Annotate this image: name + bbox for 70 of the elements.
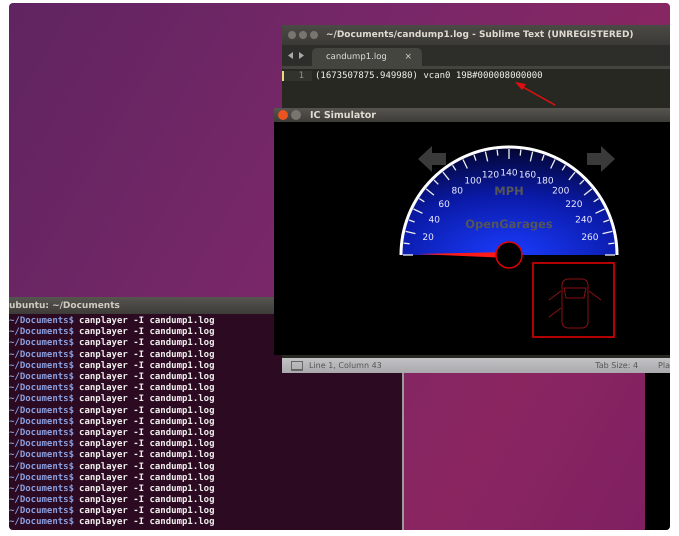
- speed-label: 60: [438, 200, 450, 210]
- speed-label: 260: [581, 233, 599, 244]
- shell-prompt: ~/Documents$: [9, 472, 74, 484]
- shell-command: canplayer -I candump1.log: [79, 517, 214, 528]
- unit-label: MPH: [494, 184, 524, 198]
- shell-prompt: ~/Documents$: [9, 372, 74, 383]
- window-controls-icon[interactable]: [288, 31, 318, 39]
- shell-command: canplayer -I candump1.log: [79, 372, 214, 383]
- shell-command: canplayer -I candump1.log: [79, 428, 214, 439]
- speed-label: 180: [536, 176, 554, 187]
- panel-icon[interactable]: [291, 360, 303, 370]
- shell-prompt: ~/Documents$: [9, 394, 74, 406]
- shell-prompt: ~/Documents$: [9, 383, 74, 394]
- speed-label: 240: [575, 216, 592, 226]
- shell-prompt: ~/Documents$: [9, 316, 74, 327]
- speed-label: 40: [428, 216, 440, 226]
- shell-prompt: ~/Documents$: [9, 350, 74, 361]
- speed-label: 140: [500, 168, 518, 178]
- shell-command: canplayer -I candump1.log: [79, 439, 214, 450]
- shell-prompt: ~/Documents$: [9, 484, 74, 495]
- shell-prompt: ~/Documents$: [9, 462, 74, 473]
- code-line: (1673507875.949980) vcan0 19B#000008000000: [314, 71, 543, 81]
- shell-command: canplayer -I candump1.log: [79, 495, 214, 506]
- shell-prompt: ~/Documents$: [9, 495, 74, 506]
- shell-prompt: ~/Documents$: [9, 360, 74, 372]
- shell-command: canplayer -I candump1.log: [79, 484, 214, 495]
- shell-prompt: ~/Documents$: [9, 428, 74, 439]
- window-title: ~/Documents/candump1.log - Sublime Text (UNREGISTERED): [326, 30, 634, 40]
- window-title: IC Simulator: [310, 110, 376, 120]
- close-tab-button[interactable]: ×: [404, 52, 412, 62]
- speed-label: 120: [482, 170, 500, 181]
- speed-label: 220: [565, 200, 582, 210]
- shell-command: canplayer -I candump1.log: [79, 406, 214, 417]
- shell-command: canplayer -I candump1.log: [79, 394, 214, 406]
- shell-prompt: ~/Documents$: [9, 416, 74, 428]
- syntax-label[interactable]: Pla: [658, 361, 670, 370]
- line-number: 1: [282, 71, 312, 81]
- shell-command: canplayer -I candump1.log: [79, 462, 214, 473]
- shell-prompt: ~/Documents$: [9, 439, 74, 450]
- shell-prompt: ~/Documents$: [9, 406, 74, 417]
- shell-command: canplayer -I candump1.log: [79, 383, 214, 394]
- shell-command: canplayer -I candump1.log: [79, 350, 214, 361]
- tab-navigation-icon[interactable]: [288, 52, 304, 59]
- shell-prompt: ~/Documents$: [9, 506, 74, 517]
- minimize-button[interactable]: [291, 110, 301, 120]
- shell-command: canplayer -I candump1.log: [79, 327, 214, 338]
- shell-command: canplayer -I candump1.log: [79, 472, 214, 484]
- speed-label: 20: [422, 233, 434, 244]
- needle-hub: [495, 241, 523, 269]
- shell-command: canplayer -I candump1.log: [79, 316, 214, 327]
- window-title: ubuntu: ~/Documents: [9, 300, 120, 310]
- brand-label: OpenGarages: [465, 217, 553, 231]
- shell-command: canplayer -I candump1.log: [79, 360, 214, 372]
- shell-command: canplayer -I candump1.log: [79, 506, 214, 517]
- tab-size[interactable]: Tab Size: 4: [595, 361, 638, 370]
- shell-prompt: ~/Documents$: [9, 327, 74, 338]
- file-tab[interactable]: candump1.log ×: [312, 48, 422, 66]
- shell-command: canplayer -I candump1.log: [79, 338, 214, 350]
- shell-prompt: ~/Documents$: [9, 338, 74, 350]
- annotation-arrow: [515, 82, 556, 106]
- shell-prompt: ~/Documents$: [9, 450, 74, 462]
- speed-label: 200: [552, 186, 570, 197]
- speed-label: 100: [464, 176, 482, 187]
- speed-label: 160: [518, 170, 536, 181]
- cursor-position: Line 1, Column 43: [309, 361, 382, 370]
- speed-label: 80: [452, 186, 463, 197]
- close-button[interactable]: [278, 110, 288, 120]
- shell-prompt: ~/Documents$: [9, 517, 74, 528]
- shell-command: canplayer -I candump1.log: [79, 450, 214, 462]
- shell-command: canplayer -I candump1.log: [79, 416, 214, 428]
